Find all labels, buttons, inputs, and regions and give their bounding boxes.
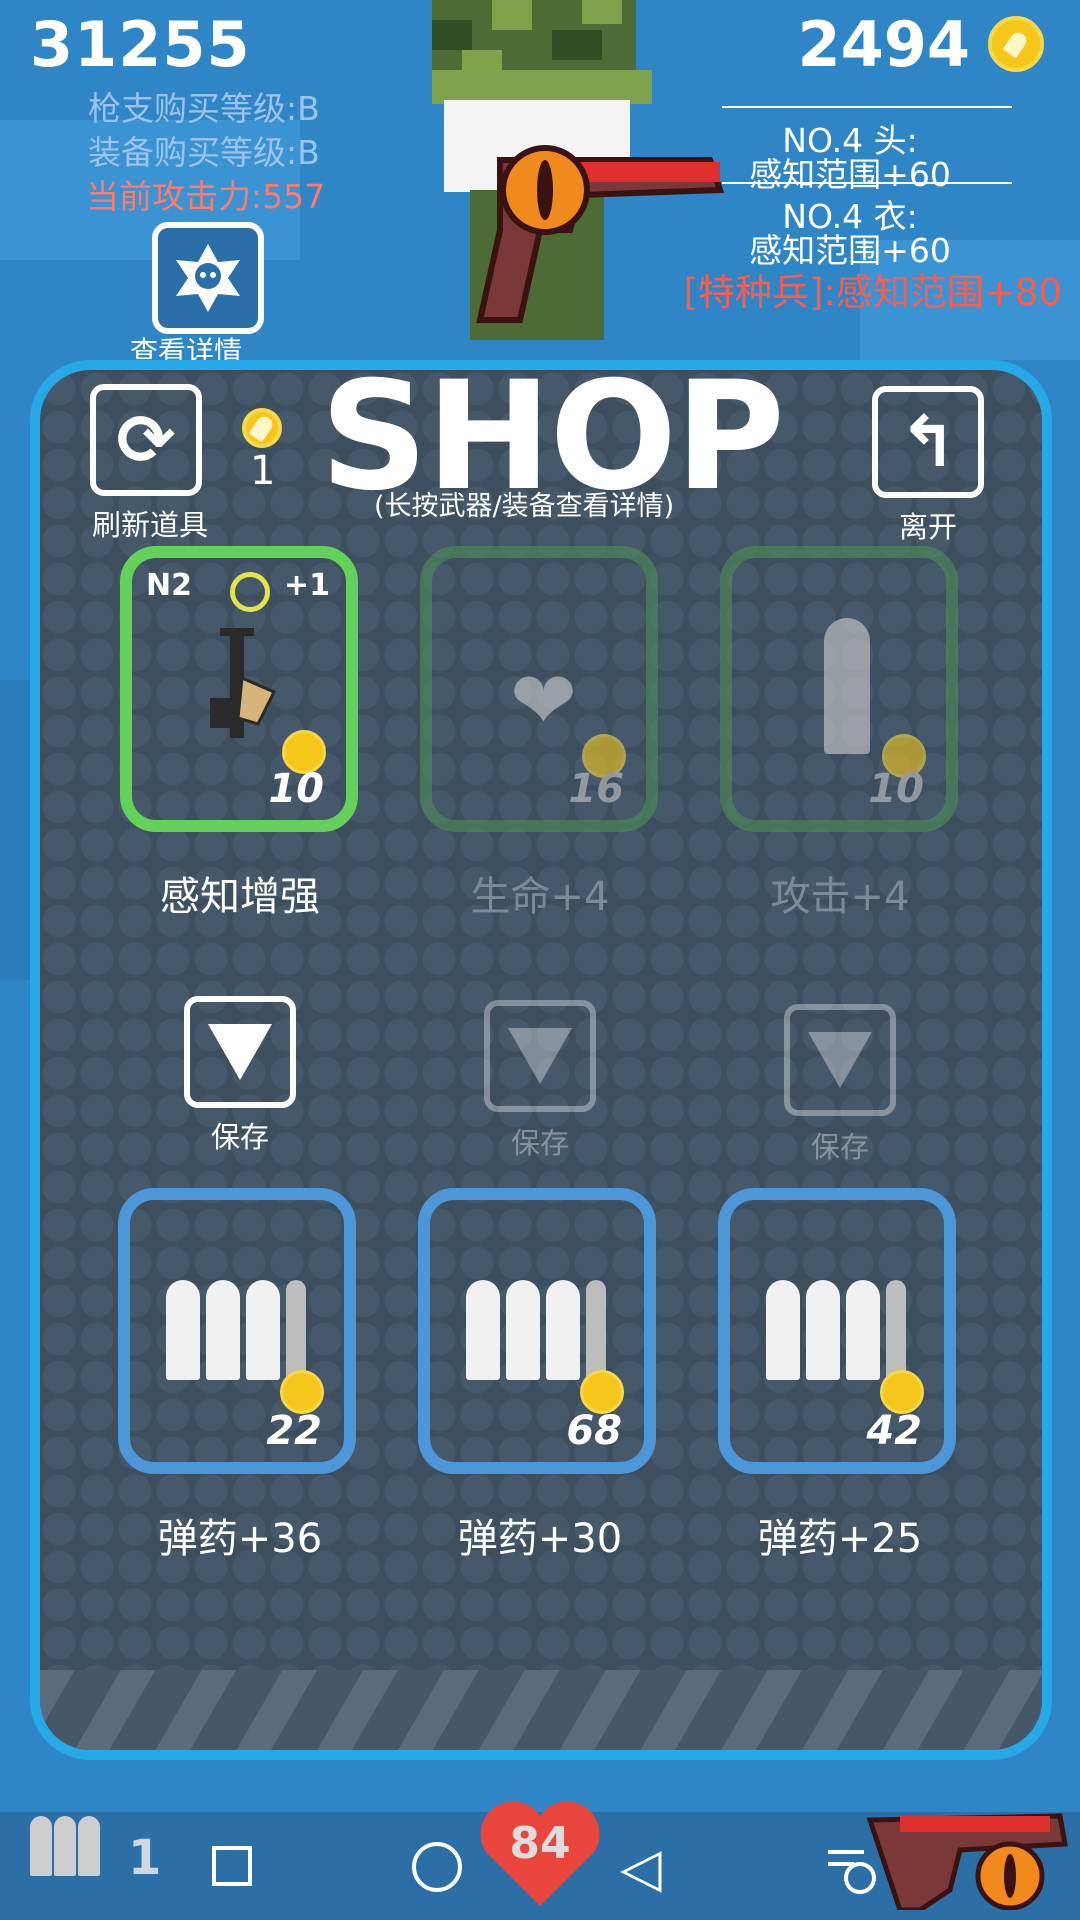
item-tag: N2 bbox=[146, 568, 192, 603]
divider bbox=[722, 106, 1012, 108]
ammo-item-card[interactable]: 42 bbox=[718, 1188, 956, 1474]
refresh-cost: 1 bbox=[250, 448, 276, 494]
item-label: 攻击+4 bbox=[770, 874, 910, 920]
shop-item-card[interactable]: ❤ 16 bbox=[420, 546, 658, 832]
refresh-button[interactable]: ⟳ bbox=[90, 384, 202, 496]
item-price: 10 bbox=[868, 766, 924, 812]
item-price: 22 bbox=[266, 1408, 322, 1454]
refresh-label: 刷新道具 bbox=[91, 508, 208, 542]
back-button[interactable]: ◁ bbox=[620, 1836, 662, 1899]
item-price: 16 bbox=[568, 766, 624, 812]
shop-item-card[interactable]: 10 bbox=[720, 546, 958, 832]
item-label: 弹药+36 bbox=[157, 1516, 323, 1562]
shop-item-card[interactable]: N2 +1 10 bbox=[120, 546, 358, 832]
item-price: 42 bbox=[866, 1408, 922, 1454]
item-bonus: +1 bbox=[283, 568, 330, 603]
ammo-item-card[interactable]: 68 bbox=[418, 1188, 656, 1474]
save-button[interactable] bbox=[484, 1000, 596, 1112]
coin-icon bbox=[988, 16, 1044, 72]
head-gear-bonus: 感知范围+60 bbox=[749, 155, 951, 194]
equipped-revolver-icon bbox=[866, 1813, 1068, 1910]
save-button[interactable] bbox=[184, 996, 296, 1108]
heart-icon: ❤ bbox=[510, 654, 578, 747]
ring-icon bbox=[230, 572, 270, 612]
coin-icon bbox=[242, 408, 282, 448]
gun-level-text: 枪支购买等级:B bbox=[88, 89, 320, 128]
back-arrow-icon: ↰ bbox=[898, 401, 958, 483]
exit-label: 离开 bbox=[898, 510, 957, 544]
attack-power-text: 当前攻击力:557 bbox=[86, 177, 326, 216]
coin-count: 2494 bbox=[797, 8, 970, 81]
rifle-icon bbox=[210, 628, 277, 738]
ammo-count: 1 bbox=[128, 1830, 162, 1886]
down-arrow-icon bbox=[808, 1032, 872, 1088]
down-arrow-icon bbox=[208, 1024, 272, 1080]
refresh-icon: ⟳ bbox=[116, 399, 176, 481]
save-label: 保存 bbox=[810, 1130, 869, 1164]
soldier-visor bbox=[432, 70, 652, 104]
item-price: 10 bbox=[268, 766, 324, 812]
item-label: 感知增强 bbox=[160, 874, 320, 920]
down-arrow-icon bbox=[508, 1028, 572, 1084]
save-button[interactable] bbox=[784, 1004, 896, 1116]
skull-star-icon bbox=[176, 244, 240, 312]
home-button[interactable] bbox=[412, 1842, 462, 1892]
ammo-item-card[interactable]: 22 bbox=[118, 1188, 356, 1474]
exit-button[interactable]: ↰ bbox=[872, 386, 984, 498]
save-label: 保存 bbox=[210, 1120, 269, 1154]
special-bonus-text: [特种兵]:感知范围+80 bbox=[683, 271, 1062, 314]
item-price: 68 bbox=[566, 1408, 622, 1454]
health-value: 84 bbox=[509, 1818, 571, 1869]
shop-subtitle: (长按武器/装备查看详情) bbox=[374, 491, 675, 522]
divider bbox=[722, 182, 1012, 184]
item-label: 弹药+30 bbox=[457, 1516, 623, 1562]
bullet-icon bbox=[824, 618, 870, 754]
item-label: 生命+4 bbox=[470, 874, 610, 920]
save-label: 保存 bbox=[510, 1126, 569, 1160]
hazard-stripe bbox=[40, 1670, 1042, 1750]
view-details-button[interactable] bbox=[152, 222, 264, 334]
score-value: 31255 bbox=[30, 8, 251, 81]
item-label: 弹药+25 bbox=[757, 1516, 923, 1562]
gear-level-text: 装备购买等级:B bbox=[88, 133, 320, 172]
recents-button[interactable] bbox=[212, 1846, 252, 1886]
